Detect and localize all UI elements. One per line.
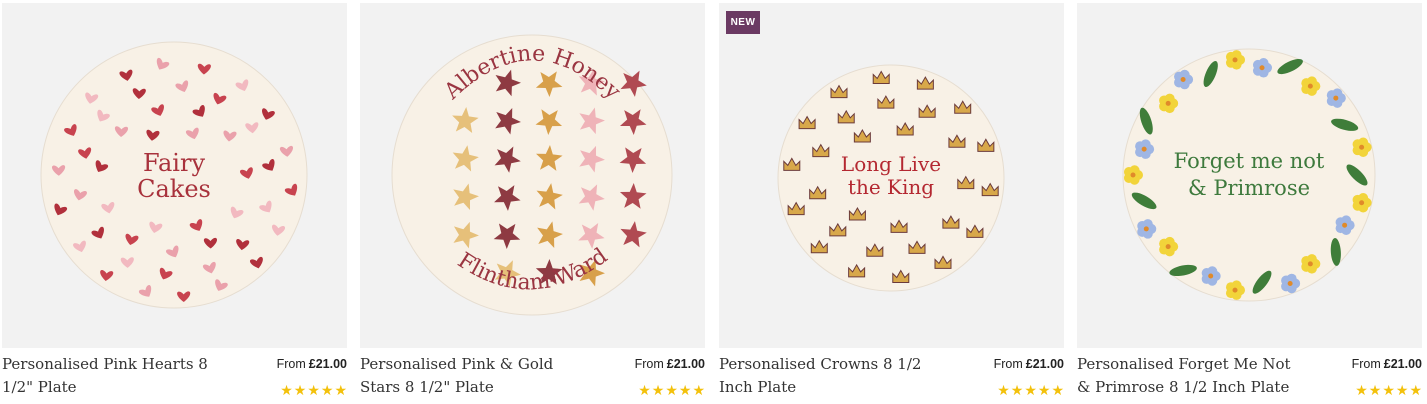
star-icon: ★ [1409, 382, 1422, 398]
plate-flowers-image: Forget me not & Primrose [1122, 48, 1376, 302]
star-icon: ★ [1010, 382, 1024, 398]
product-price: From £21.00 [277, 357, 347, 371]
rating-stars: ★ ★ ★ ★ ★ [280, 382, 347, 398]
product-card[interactable]: Long Live the King NEW Personalised Crow… [719, 3, 1064, 404]
product-card[interactable]: Fairy Cakes Personalised Pink Hearts 8 1… [2, 3, 347, 404]
star-icon: ★ [997, 382, 1010, 398]
plate-text-line1: Forget me not [1174, 149, 1325, 173]
star-icon: ★ [1395, 382, 1409, 398]
product-price: From £21.00 [994, 357, 1064, 371]
rating-stars: ★ ★ ★ ★ ★ [638, 382, 705, 398]
plate-stars-image: Albertine Honey Flintham-Ward [391, 34, 673, 316]
price-prefix: From [276, 357, 306, 371]
product-image[interactable]: Fairy Cakes [2, 3, 347, 348]
price-amount: £21.00 [666, 357, 705, 371]
price-prefix: From [1351, 357, 1381, 371]
plate-crowns-image: Long Live the King [777, 64, 1005, 292]
plate-text-line2: Cakes [137, 175, 211, 203]
star-icon: ★ [307, 382, 320, 398]
plate-text-line1: Fairy [143, 149, 205, 177]
star-icon: ★ [1382, 382, 1395, 398]
product-card[interactable]: Albertine Honey Flintham-Ward Personalis… [360, 3, 705, 404]
product-grid: Fairy Cakes Personalised Pink Hearts 8 1… [0, 0, 1427, 404]
product-card[interactable]: Forget me not & Primrose Personalised Fo… [1077, 3, 1422, 404]
product-price: From £21.00 [635, 357, 705, 371]
product-image[interactable]: Albertine Honey Flintham-Ward [360, 3, 705, 348]
product-image[interactable]: Long Live the King NEW [719, 3, 1064, 348]
product-title[interactable]: Personalised Pink Hearts 8 1/2" Plate [2, 353, 227, 399]
price-amount: £21.00 [1025, 357, 1064, 371]
product-title[interactable]: Personalised Pink & Gold Stars 8 1/2" Pl… [360, 353, 585, 399]
plate-hearts-image: Fairy Cakes [40, 41, 308, 309]
new-badge: NEW [726, 11, 760, 34]
plate-text-line1: Long Live [841, 152, 941, 176]
star-icon: ★ [651, 382, 665, 398]
star-icon: ★ [1368, 382, 1382, 398]
rating-stars: ★ ★ ★ ★ ★ [997, 382, 1064, 398]
rating-stars: ★ ★ ★ ★ ★ [1355, 382, 1422, 398]
star-icon: ★ [334, 382, 347, 398]
price-prefix: From [993, 357, 1023, 371]
star-icon: ★ [678, 382, 692, 398]
star-icon: ★ [1051, 382, 1064, 398]
price-amount: £21.00 [1383, 357, 1422, 371]
star-icon: ★ [1037, 382, 1051, 398]
star-icon: ★ [665, 382, 678, 398]
star-icon: ★ [293, 382, 307, 398]
star-icon: ★ [1355, 382, 1368, 398]
star-icon: ★ [638, 382, 651, 398]
star-icon: ★ [1024, 382, 1037, 398]
price-prefix: From [634, 357, 664, 371]
star-icon: ★ [320, 382, 334, 398]
product-image[interactable]: Forget me not & Primrose [1077, 3, 1422, 348]
product-title[interactable]: Personalised Forget Me Not & Primrose 8 … [1077, 353, 1302, 399]
plate-text-line2: the King [848, 175, 934, 199]
star-icon: ★ [280, 382, 293, 398]
plate-text-line2: & Primrose [1188, 176, 1310, 200]
product-price: From £21.00 [1352, 357, 1422, 371]
product-title[interactable]: Personalised Crowns 8 1/2 Inch Plate [719, 353, 944, 399]
star-icon: ★ [692, 382, 705, 398]
price-amount: £21.00 [308, 357, 347, 371]
